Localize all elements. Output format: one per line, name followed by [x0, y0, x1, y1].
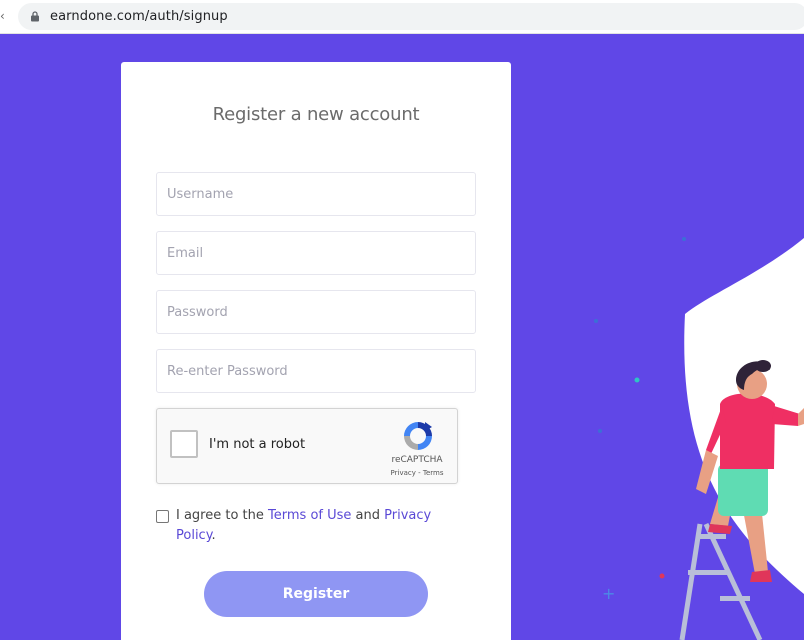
terms-prefix: I agree to the — [176, 508, 269, 523]
person-on-ladder-illustration: + — [594, 237, 804, 640]
email-input[interactable] — [157, 232, 475, 274]
username-input[interactable] — [157, 173, 475, 215]
recaptcha-checkbox[interactable] — [170, 430, 198, 458]
terms-text: I agree to the Terms of Use and Privacy … — [176, 506, 466, 546]
recaptcha-label: I'm not a robot — [209, 437, 306, 452]
page-background: + Register a new account Username Email … — [0, 34, 804, 640]
url-text[interactable]: earndone.com/auth/signup — [50, 9, 228, 24]
password-field-wrapper — [156, 290, 476, 334]
lock-icon — [31, 11, 39, 22]
username-field-wrapper — [156, 172, 476, 216]
terms-middle: and — [351, 508, 385, 523]
recaptcha-logo-icon — [404, 422, 432, 450]
repassword-field-wrapper — [156, 349, 476, 393]
url-field[interactable]: earndone.com/auth/signup — [18, 3, 804, 30]
repassword-input[interactable] — [157, 350, 475, 392]
recaptcha-links[interactable]: Privacy - Terms — [381, 469, 453, 477]
svg-text:+: + — [602, 584, 615, 603]
recaptcha-brand: reCAPTCHA — [391, 455, 443, 465]
terms-of-use-link[interactable]: Terms of Use — [268, 508, 351, 523]
email-field-wrapper — [156, 231, 476, 275]
terms-checkbox[interactable] — [156, 510, 169, 523]
back-arrow-icon[interactable]: ‹ — [0, 9, 6, 23]
page-title: Register a new account — [212, 104, 420, 125]
recaptcha-widget: I'm not a robot reCAPTCHA Privacy - Term… — [156, 408, 458, 484]
browser-address-bar: ‹ earndone.com/auth/signup — [0, 0, 804, 34]
password-input[interactable] — [157, 291, 475, 333]
register-card: Register a new account I'm not a robot r… — [121, 62, 511, 640]
register-button[interactable]: Register — [204, 571, 428, 617]
terms-suffix: . — [211, 528, 216, 543]
